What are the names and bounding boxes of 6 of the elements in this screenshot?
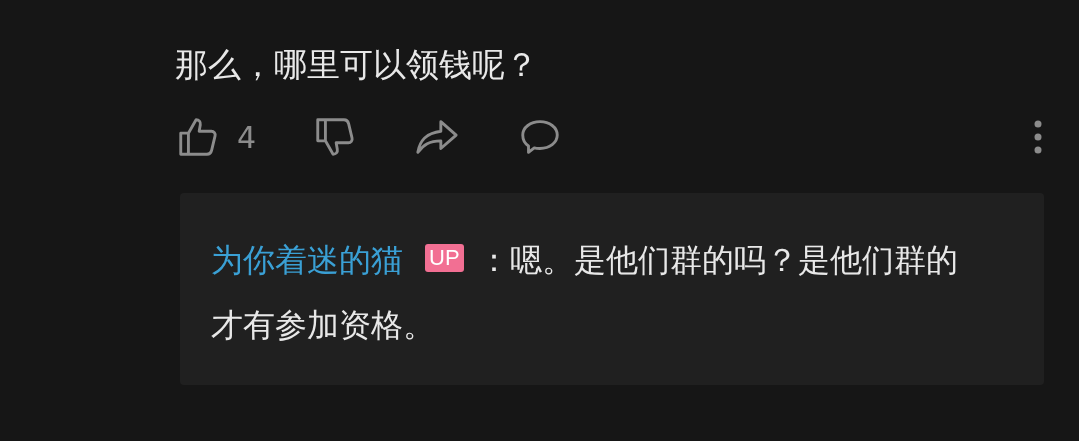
up-badge: UP xyxy=(425,244,464,272)
reply-text: 为你着迷的猫 UP ：嗯。是他们群的吗？是他们群的才有参加资格。 xyxy=(211,240,959,346)
more-icon[interactable] xyxy=(1032,119,1044,155)
like-count: 4 xyxy=(237,118,257,157)
comment-text: 那么，哪里可以领钱呢？ xyxy=(175,44,539,86)
author-link[interactable]: 为你着迷的猫 xyxy=(211,241,403,279)
